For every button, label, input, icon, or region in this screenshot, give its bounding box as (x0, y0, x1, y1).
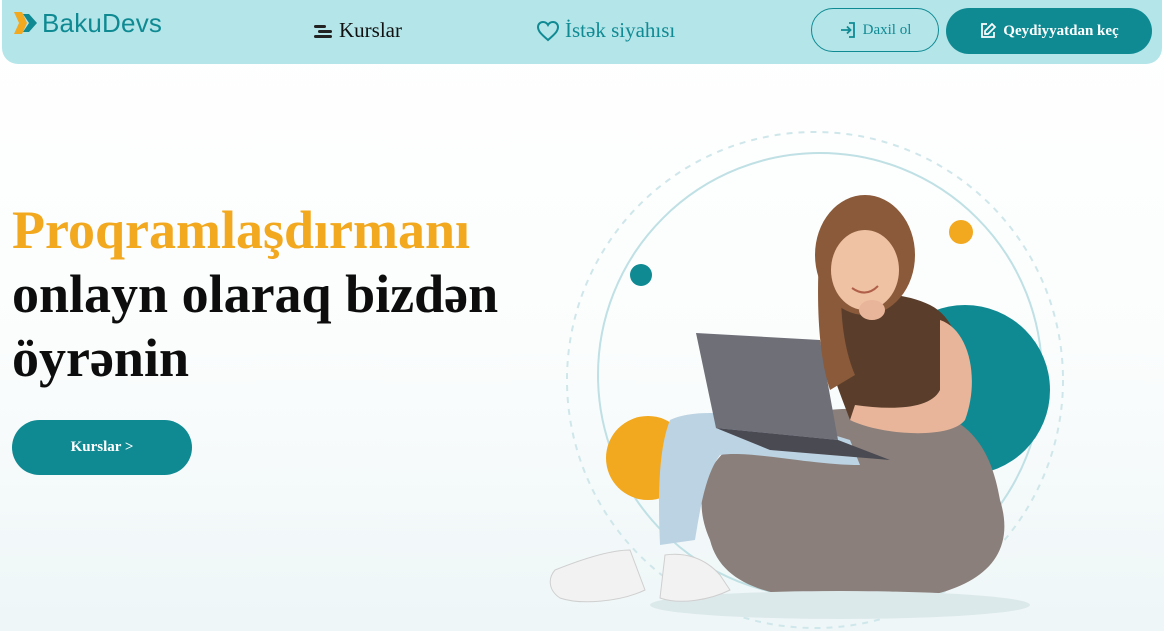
menu-bars-icon (312, 21, 334, 41)
laptop-screen (696, 333, 838, 440)
navbar: BakuDevs Kurslar İstək siyahısı Daxil ol (2, 0, 1162, 64)
sign-in-icon (839, 21, 857, 39)
shoe-left (549, 549, 646, 603)
nav-courses-label: Kurslar (339, 18, 402, 42)
neck (859, 300, 885, 320)
hero-title-line2: onlayn olaraq bizdən (12, 264, 499, 324)
hero-title-accent: Proqramlaşdırmanı (12, 200, 470, 260)
brand-logo-icon (14, 12, 37, 34)
teal-dot (630, 264, 652, 286)
hero-illustration (520, 120, 1080, 631)
login-label: Daxil ol (862, 21, 912, 38)
shoe-right (659, 553, 731, 602)
register-label: Qeydiyyatdan keç (1003, 22, 1119, 39)
orange-dot (949, 220, 973, 244)
brand-name: BakuDevs (42, 7, 163, 38)
nav-courses-link[interactable]: Kurslar (312, 18, 402, 43)
nav-wishlist-label: İstək siyahısı (565, 18, 676, 42)
heart-icon (536, 20, 560, 42)
hero-courses-button[interactable]: Kurslar > (12, 420, 192, 475)
register-button[interactable]: Qeydiyyatdan keç (946, 8, 1152, 54)
brand-logo[interactable]: BakuDevs (12, 8, 162, 38)
edit-icon (979, 22, 997, 40)
face (831, 230, 899, 310)
hero-title: Proqramlaşdırmanı onlayn olaraq bizdən ö… (12, 198, 498, 390)
hero-title-line3: öyrənin (12, 328, 190, 388)
login-button[interactable]: Daxil ol (811, 8, 939, 52)
nav-wishlist-link[interactable]: İstək siyahısı (536, 18, 675, 43)
